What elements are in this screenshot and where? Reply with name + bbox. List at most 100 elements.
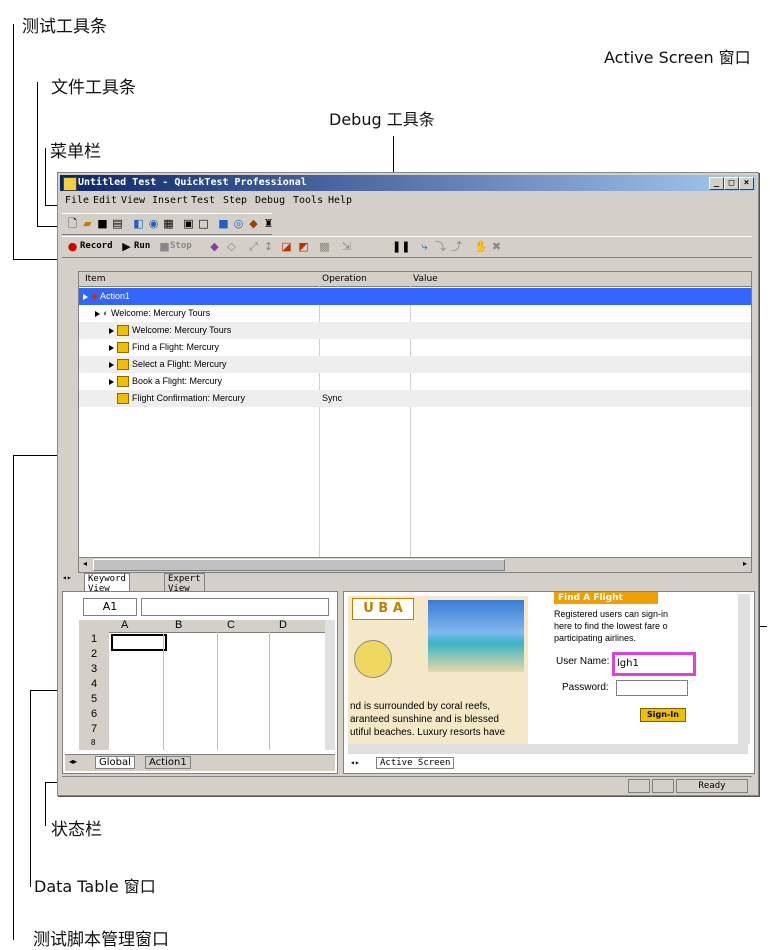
tree-row[interactable]: ◐ Welcome: Mercury Tours [79, 305, 751, 322]
scroll-thumb[interactable] [93, 559, 505, 571]
object-spy-icon[interactable]: ◉ [147, 217, 160, 230]
settings-icon[interactable]: ♜ [262, 217, 275, 230]
print-icon[interactable]: ▤ [111, 217, 124, 230]
horizontal-scrollbar[interactable]: ◂ ▸ [79, 557, 751, 572]
checkpoint-icon[interactable]: ◎ [232, 217, 245, 230]
row-8[interactable]: 8 [91, 738, 95, 747]
tab-global[interactable]: Global [95, 756, 135, 769]
run-icon: ▶ [122, 240, 131, 253]
close-button[interactable]: × [739, 177, 754, 190]
tree-row[interactable]: Flight Confirmation: Mercury Sync [79, 390, 751, 407]
grid-line [163, 632, 164, 750]
signin-button[interactable]: Sign-In [640, 708, 686, 722]
step-over-icon[interactable]: ⤵ [434, 240, 447, 253]
tree-row[interactable]: Select a Flight: Mercury [79, 356, 751, 373]
horizontal-scrollbar[interactable] [348, 744, 748, 754]
uncomment-icon[interactable]: ⇲ [340, 240, 353, 253]
maximize-button[interactable]: □ [724, 177, 739, 190]
analog-icon[interactable]: ⤢ [247, 240, 260, 253]
row-2[interactable]: 2 [91, 648, 97, 660]
row-6[interactable]: 6 [91, 708, 97, 720]
menu-debug[interactable]: Debug [255, 195, 285, 206]
menu-file[interactable]: File [65, 195, 89, 206]
scroll-left-icon[interactable]: ◂ [79, 559, 91, 570]
leader-line [37, 82, 38, 226]
data-table-tabs: ◂▸ Global Action1 [65, 754, 335, 771]
grid-line [217, 632, 218, 750]
step-into-icon[interactable]: ⤷ [418, 240, 431, 253]
tree-row-action1[interactable]: ◆ Action1 [79, 288, 751, 305]
save-icon[interactable]: ■ [96, 217, 109, 230]
column-item[interactable]: Item [85, 272, 106, 286]
step-out-icon[interactable]: ⤴ [450, 240, 463, 253]
run-button[interactable]: Run [134, 241, 150, 251]
password-input[interactable] [616, 680, 688, 696]
column-operation[interactable]: Operation [322, 272, 367, 286]
stop-button[interactable]: Stop [170, 241, 192, 251]
menu-view[interactable]: View [121, 195, 145, 206]
find-flight-heading: Find A Flight [554, 592, 658, 604]
formula-input[interactable] [141, 598, 329, 616]
description-line: aranteed sunshine and is blessed [350, 714, 499, 725]
beach-image [428, 600, 524, 672]
menu-test[interactable]: Test [191, 195, 215, 206]
column-c[interactable]: C [227, 619, 235, 631]
record-button[interactable]: Record [80, 241, 113, 251]
tab-scroll-icon[interactable]: ◂▸ [350, 758, 360, 767]
vertical-scrollbar[interactable] [738, 594, 750, 744]
menu-edit[interactable]: Edit [93, 195, 117, 206]
keyword-view: Item Operation Value ◆ Action1 ◐ Welcome… [78, 271, 752, 573]
row-5[interactable]: 5 [91, 693, 97, 705]
menu-help[interactable]: Help [328, 195, 352, 206]
clear-breakpoints-icon[interactable]: ✖ [490, 240, 503, 253]
menu-tools[interactable]: Tools [293, 195, 323, 206]
action-icon[interactable]: ◩ [297, 240, 310, 253]
vertical-scrollbar[interactable] [325, 620, 335, 750]
scroll-right-icon[interactable]: ▸ [739, 559, 751, 570]
minimize-button[interactable]: _ [709, 177, 724, 190]
pause-icon[interactable]: ❚❚ [392, 240, 410, 253]
window-icon[interactable]: □ [197, 217, 210, 230]
new-icon[interactable]: 🗋 [66, 217, 79, 230]
open-icon[interactable]: ▰ [81, 217, 94, 230]
output-value-icon[interactable]: ◇ [225, 240, 238, 253]
breakpoint-icon[interactable]: ✋ [474, 240, 488, 253]
row-3[interactable]: 3 [91, 663, 97, 675]
cell-reference[interactable]: A1 [83, 598, 137, 616]
test-script-annotation: 测试脚本管理窗口 [33, 930, 169, 950]
selected-cell[interactable] [111, 634, 167, 651]
window-title: Untitled Test - QuickTest Professional [78, 177, 307, 188]
page-icon [117, 376, 129, 388]
debug-window-icon[interactable]: ■ [217, 217, 230, 230]
comment-icon[interactable]: ▩ [318, 240, 331, 253]
tree-row[interactable]: Welcome: Mercury Tours [79, 322, 751, 339]
tree-row[interactable]: Book a Flight: Mercury [79, 373, 751, 390]
banner-text: U B A [352, 598, 414, 620]
column-a[interactable]: A [121, 619, 128, 631]
tab-action1[interactable]: Action1 [145, 756, 191, 769]
low-level-icon[interactable]: ↕ [262, 240, 275, 253]
row-7[interactable]: 7 [91, 723, 97, 735]
column-value[interactable]: Value [413, 272, 438, 286]
tab-active-screen[interactable]: Active Screen [376, 757, 455, 769]
row-4[interactable]: 4 [91, 678, 97, 690]
status-panel [628, 779, 650, 793]
column-header-row [79, 620, 325, 633]
tree-row[interactable]: Find a Flight: Mercury [79, 339, 751, 356]
column-d[interactable]: D [279, 619, 287, 631]
options-icon[interactable]: ◆ [247, 217, 260, 230]
object-repository-icon[interactable]: ◧ [132, 217, 145, 230]
leader-line [30, 690, 31, 887]
tab-scroll-icon[interactable]: ◂▸ [69, 757, 77, 766]
row-1[interactable]: 1 [91, 633, 97, 645]
username-input[interactable]: lgh1 [612, 652, 696, 676]
column-b[interactable]: B [175, 619, 182, 631]
tab-scroll-left-icon[interactable]: ◂▸ [62, 573, 72, 582]
results-icon[interactable]: ▣ [182, 217, 195, 230]
page-icon [117, 393, 129, 405]
grid-icon[interactable]: ▦ [162, 217, 175, 230]
menu-insert[interactable]: Insert [152, 195, 188, 206]
menu-step[interactable]: Step [223, 195, 247, 206]
step-generator-icon[interactable]: ◪ [280, 240, 293, 253]
insert-checkpoint-icon[interactable]: ◆ [208, 240, 221, 253]
